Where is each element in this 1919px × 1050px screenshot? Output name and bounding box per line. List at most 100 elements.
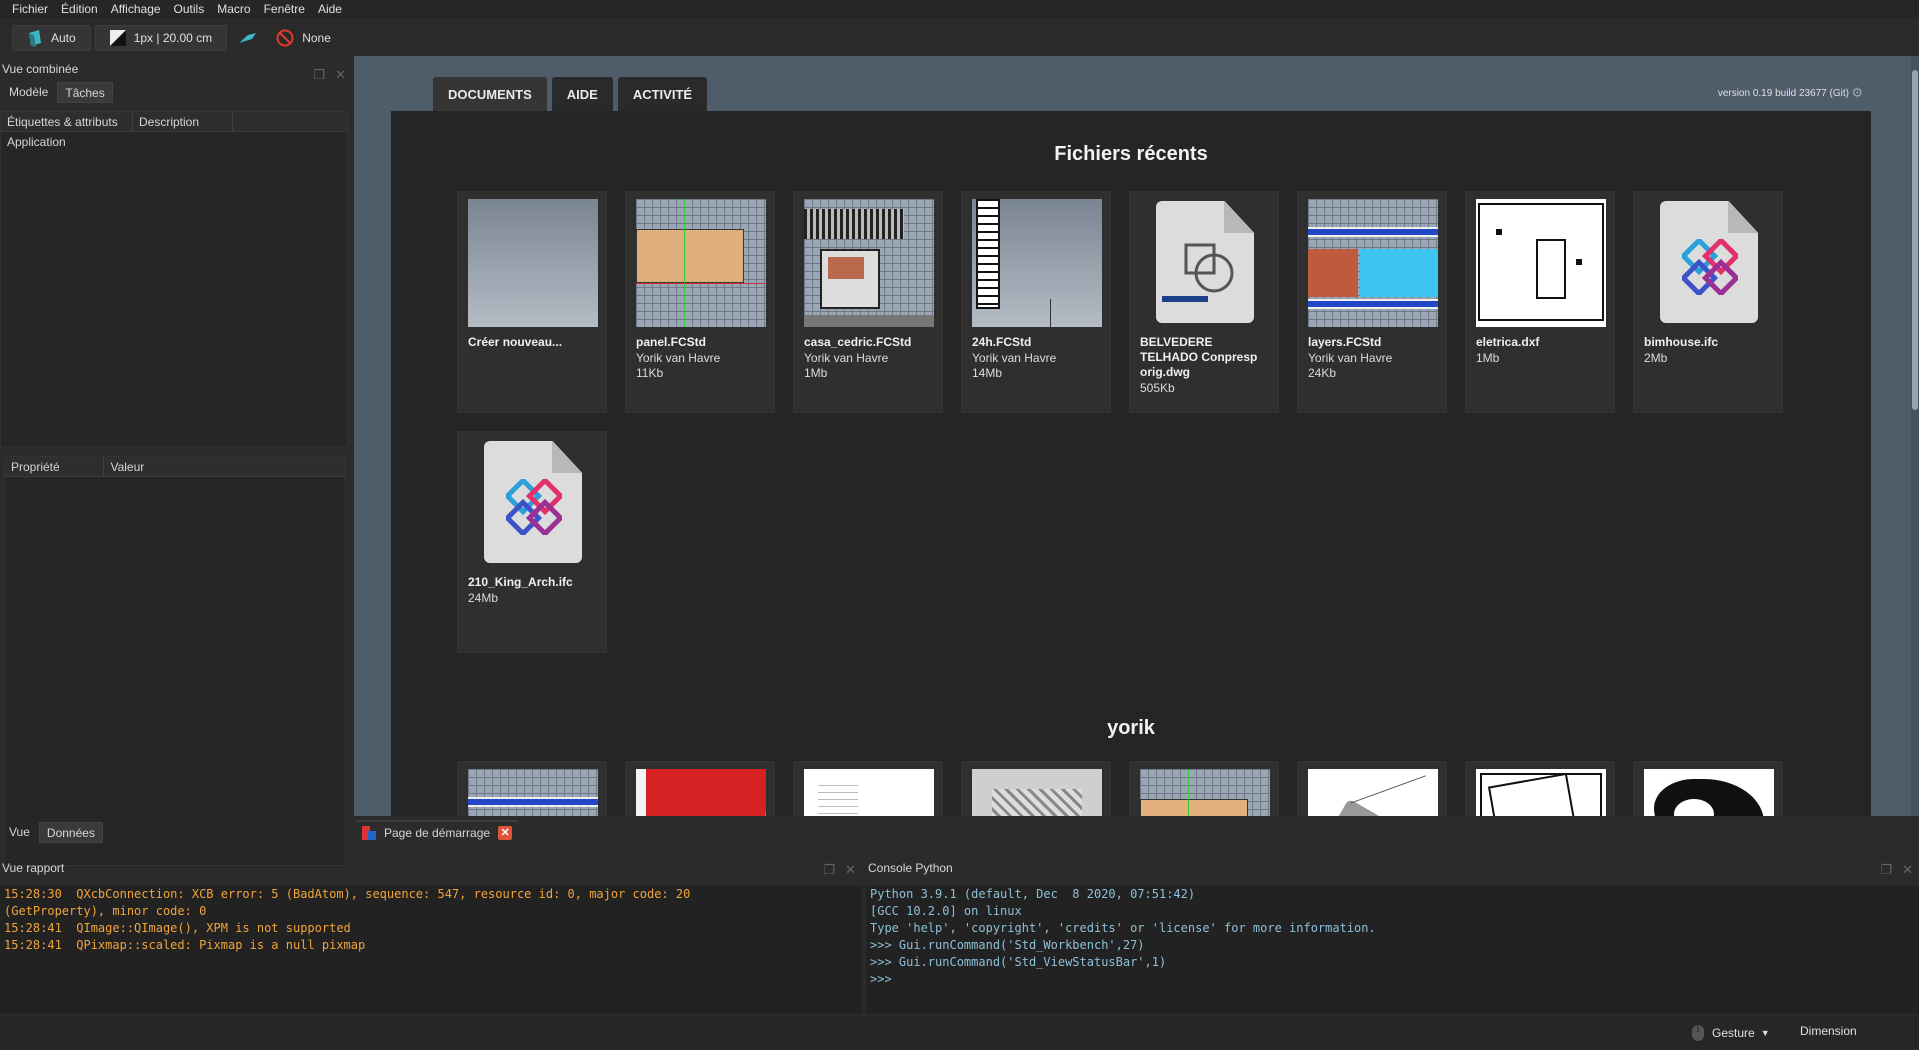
menu-edition[interactable]: Édition bbox=[55, 0, 105, 18]
recent-file-card[interactable]: layers.FCStd Yorik van Havre 24Kb bbox=[1297, 191, 1447, 413]
file-name: eletrica.dxf bbox=[1476, 335, 1540, 349]
draft-style-button[interactable] bbox=[231, 25, 265, 51]
recent-file-card[interactable]: panel.FCStd Yorik van Havre 11Kb bbox=[625, 191, 775, 413]
property-editor: Propriété Valeur bbox=[4, 456, 346, 866]
file-thumbnail bbox=[1644, 769, 1774, 816]
tree-view: Étiquettes & attributs Description Appli… bbox=[0, 111, 348, 447]
report-line: 15:28:41 QImage::QImage(), XPM is not su… bbox=[4, 921, 351, 935]
folder-file-card[interactable] bbox=[625, 761, 775, 816]
tab-aide[interactable]: AIDE bbox=[551, 77, 613, 111]
file-name: casa_cedric.FCStd bbox=[804, 335, 912, 349]
folder-file-card[interactable] bbox=[457, 761, 607, 816]
tab-taches[interactable]: Tâches bbox=[57, 82, 113, 103]
combo-view-title-text: Vue combinée bbox=[2, 62, 79, 76]
tree-column-description[interactable]: Description bbox=[133, 112, 233, 131]
close-tab-icon[interactable]: ✕ bbox=[498, 826, 513, 840]
document-tab-label: Page de démarrage bbox=[384, 826, 491, 840]
report-line: 15:28:41 QPixmap::scaled: Pixmap is a nu… bbox=[4, 938, 366, 952]
menu-aide[interactable]: Aide bbox=[312, 0, 349, 18]
file-thumbnail bbox=[804, 199, 934, 327]
report-line: 15:28:30 QXcbConnection: XCB error: 5 (B… bbox=[4, 887, 691, 901]
file-thumbnail bbox=[1308, 769, 1438, 816]
console-output[interactable]: Python 3.9.1 (default, Dec 8 2020, 07:51… bbox=[866, 886, 1919, 1014]
python-console: Console Python ❐ ✕ Python 3.9.1 (default… bbox=[866, 858, 1919, 1014]
line-style-button[interactable]: 1px | 20.00 cm bbox=[94, 25, 228, 51]
console-line: >>> Gui.runCommand('Std_ViewStatusBar',1… bbox=[870, 955, 1167, 969]
float-icon[interactable]: ❐ bbox=[823, 860, 835, 880]
console-line: Python 3.9.1 (default, Dec 8 2020, 07:51… bbox=[870, 887, 1196, 901]
file-thumbnail bbox=[468, 769, 598, 816]
console-line: [GCC 10.2.0] on linux bbox=[870, 904, 1022, 918]
float-icon[interactable]: ❐ bbox=[1880, 860, 1892, 880]
property-column-value[interactable]: Valeur bbox=[104, 457, 345, 476]
file-thumbnail bbox=[1476, 199, 1606, 327]
menu-affichage[interactable]: Affichage bbox=[105, 0, 168, 18]
menu-outils[interactable]: Outils bbox=[168, 0, 212, 18]
console-line: Type 'help', 'copyright', 'credits' or '… bbox=[870, 921, 1376, 935]
line-color-icon bbox=[109, 30, 126, 46]
combo-bottom-tabs: Vue Données bbox=[0, 822, 103, 844]
file-size: 11Kb bbox=[636, 366, 664, 380]
recent-file-card[interactable]: 24h.FCStd Yorik van Havre 14Mb bbox=[961, 191, 1111, 413]
report-view-title-text: Vue rapport bbox=[2, 861, 65, 875]
none-button[interactable]: None bbox=[269, 25, 338, 51]
navigation-style-label: Gesture bbox=[1712, 1026, 1755, 1040]
tab-modele[interactable]: Modèle bbox=[2, 82, 55, 103]
file-thumbnail bbox=[636, 199, 766, 327]
file-author: Yorik van Havre bbox=[804, 351, 889, 365]
recent-file-card[interactable]: Créer nouveau... bbox=[457, 191, 607, 413]
close-icon[interactable]: ✕ bbox=[845, 860, 856, 880]
start-page-scrollbar[interactable] bbox=[1911, 56, 1919, 816]
close-icon[interactable]: ✕ bbox=[1902, 860, 1913, 880]
brush-icon bbox=[239, 33, 257, 43]
navigation-style-button[interactable]: Gesture ▼ bbox=[1690, 1024, 1770, 1042]
python-console-title-text: Console Python bbox=[868, 861, 953, 875]
folder-file-card[interactable] bbox=[793, 761, 943, 816]
float-icon[interactable]: ❐ bbox=[313, 62, 325, 88]
freecad-icon bbox=[362, 826, 376, 840]
report-view: Vue rapport ❐ ✕ 15:28:30 QXcbConnection:… bbox=[0, 858, 862, 1014]
recent-file-card[interactable]: bimhouse.ifc 2Mb bbox=[1633, 191, 1783, 413]
dwg-file-icon bbox=[1140, 199, 1270, 327]
report-view-title: Vue rapport ❐ ✕ bbox=[0, 858, 862, 878]
tab-documents[interactable]: DOCUMENTS bbox=[433, 77, 547, 111]
file-name: 210_King_Arch.ifc bbox=[468, 575, 573, 589]
folder-file-card[interactable] bbox=[1633, 761, 1783, 816]
folder-file-card[interactable] bbox=[961, 761, 1111, 816]
property-column-name[interactable]: Propriété bbox=[5, 457, 105, 476]
file-thumbnail bbox=[1308, 199, 1438, 327]
file-size: 1Mb bbox=[1476, 351, 1500, 365]
auto-button[interactable]: Auto bbox=[12, 25, 91, 51]
tree-item-application[interactable]: Application bbox=[1, 132, 347, 152]
menu-fenetre[interactable]: Fenêtre bbox=[258, 0, 312, 18]
file-author: Yorik van Havre bbox=[636, 351, 721, 365]
file-name: 24h.FCStd bbox=[972, 335, 1032, 349]
folder-file-card[interactable] bbox=[1465, 761, 1615, 816]
tree-column-labels[interactable]: Étiquettes & attributs bbox=[1, 112, 133, 131]
recent-file-card[interactable]: 210_King_Arch.ifc 24Mb bbox=[457, 431, 607, 653]
recent-file-card[interactable]: casa_cedric.FCStd Yorik van Havre 1Mb bbox=[793, 191, 943, 413]
ifc-file-icon bbox=[1644, 199, 1774, 327]
recent-files-title: Fichiers récents bbox=[1054, 143, 1208, 165]
menu-fichier[interactable]: Fichier bbox=[6, 0, 55, 18]
unit-schema-label[interactable]: Dimension bbox=[1800, 1024, 1857, 1038]
gear-icon[interactable]: ⚙ bbox=[1851, 85, 1863, 101]
folder-title: yorik bbox=[1107, 717, 1155, 739]
recent-file-card[interactable]: BELVEDERE TELHADO Conpresp orig.dwg 505K… bbox=[1129, 191, 1279, 413]
tab-activite[interactable]: ACTIVITÉ bbox=[617, 77, 708, 111]
file-size: 505Kb bbox=[1140, 381, 1175, 395]
tab-donnees[interactable]: Données bbox=[38, 822, 103, 843]
file-thumbnail bbox=[636, 769, 766, 816]
folder-file-card[interactable] bbox=[1297, 761, 1447, 816]
console-prompt[interactable]: >>> bbox=[870, 971, 1915, 988]
close-icon[interactable]: ✕ bbox=[335, 62, 346, 88]
tab-vue[interactable]: Vue bbox=[2, 822, 37, 843]
report-output[interactable]: 15:28:30 QXcbConnection: XCB error: 5 (B… bbox=[0, 886, 862, 1014]
menu-macro[interactable]: Macro bbox=[211, 0, 257, 18]
folder-file-card[interactable] bbox=[1129, 761, 1279, 816]
combo-view-panel: Vue combinée ❐ ✕ Modèle Tâches Étiquette… bbox=[0, 56, 352, 866]
file-size: 14Mb bbox=[972, 366, 1003, 380]
recent-file-card[interactable]: eletrica.dxf 1Mb bbox=[1465, 191, 1615, 413]
file-thumbnail bbox=[468, 199, 598, 327]
document-tab[interactable]: Page de démarrage ✕ bbox=[356, 820, 519, 844]
